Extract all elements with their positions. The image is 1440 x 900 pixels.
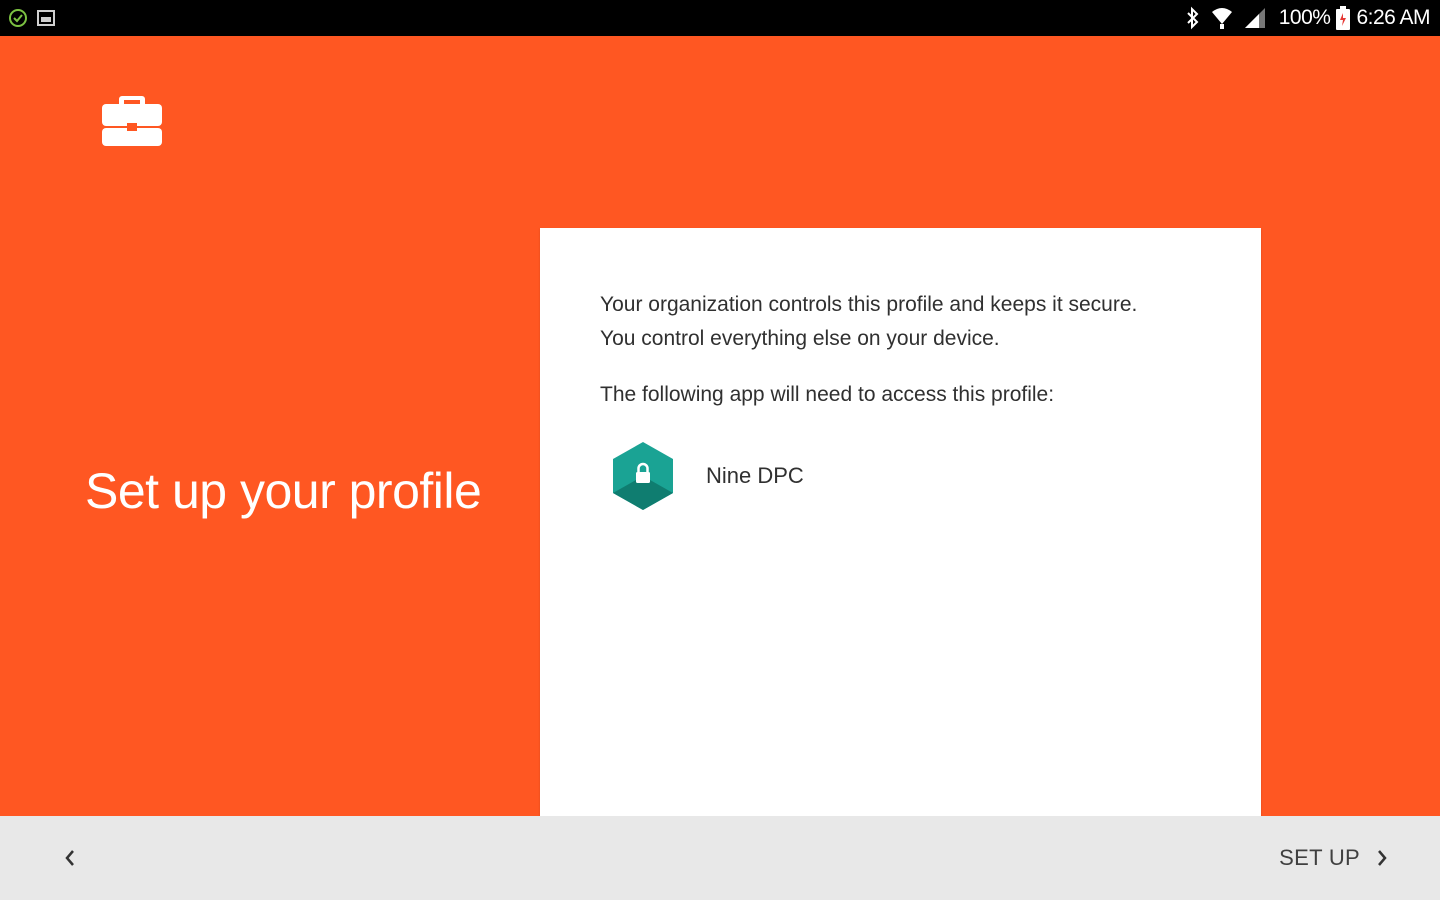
profile-info-card: Your organization controls this profile … bbox=[540, 228, 1261, 818]
signal-icon bbox=[1243, 6, 1267, 30]
access-label: The following app will need to access th… bbox=[600, 383, 1055, 406]
status-right: 100% 6:26 AM bbox=[1175, 6, 1430, 30]
chevron-left-icon bbox=[62, 847, 78, 869]
image-icon bbox=[36, 8, 56, 28]
status-bar: 100% 6:26 AM bbox=[0, 0, 1440, 36]
bottom-nav-bar: SET UP bbox=[0, 816, 1440, 900]
chevron-right-icon bbox=[1374, 847, 1390, 869]
lock-hexagon-icon bbox=[610, 440, 676, 512]
set-up-label: SET UP bbox=[1279, 845, 1360, 870]
bluetooth-icon bbox=[1185, 6, 1201, 30]
clock: 6:26 AM bbox=[1356, 6, 1430, 29]
status-left bbox=[8, 8, 64, 28]
set-up-button[interactable]: SET UP bbox=[1279, 836, 1390, 880]
app-list-item: Nine DPC bbox=[610, 440, 804, 512]
app-name: Nine DPC bbox=[706, 463, 804, 488]
wifi-icon bbox=[1211, 6, 1233, 30]
briefcase-icon bbox=[100, 92, 164, 148]
back-button[interactable] bbox=[50, 838, 90, 878]
battery-percent: 100% bbox=[1278, 6, 1331, 29]
check-circle-icon bbox=[8, 8, 28, 28]
page-title: Set up your profile bbox=[85, 463, 482, 519]
setup-screen: 100% 6:26 AM Set up your profile Your or… bbox=[0, 0, 1440, 900]
battery-icon bbox=[1336, 6, 1351, 30]
profile-description: Your organization controls this profile … bbox=[600, 293, 1138, 350]
